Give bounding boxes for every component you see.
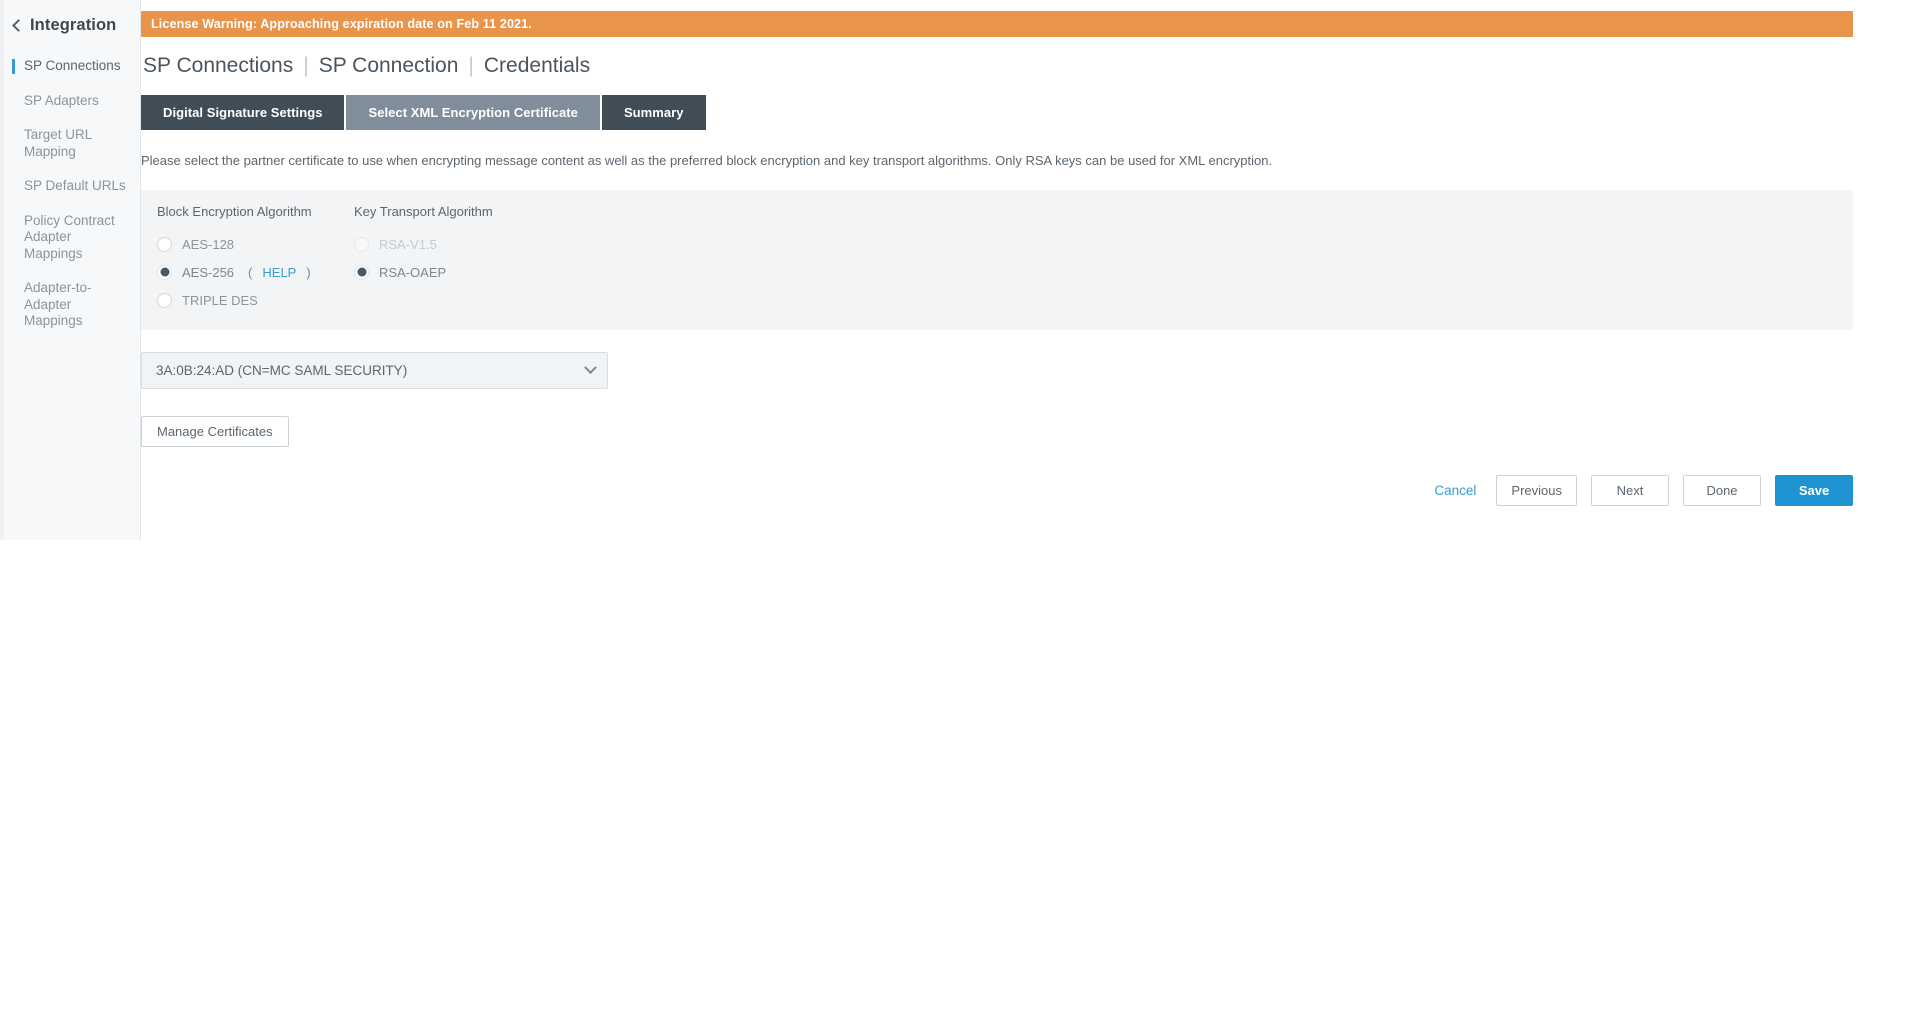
- key-transport-column: Key Transport Algorithm RSA-V1.5 RSA-OAE…: [338, 204, 638, 314]
- chevron-down-icon: [584, 361, 597, 375]
- help-paren-close: ): [306, 264, 311, 280]
- sidebar-item-label: SP Adapters: [24, 92, 99, 108]
- key-transport-heading: Key Transport Algorithm: [354, 204, 493, 219]
- radio-label: AES-256: [182, 264, 235, 280]
- breadcrumb-separator: |: [303, 54, 309, 77]
- license-warning-banner: License Warning: Approaching expiration …: [141, 11, 1853, 37]
- tab-label: Summary: [623, 105, 684, 120]
- license-warning-text: License Warning: Approaching expiration …: [151, 17, 532, 31]
- algorithm-panel: Block Encryption Algorithm AES-128 AES-2…: [141, 190, 1853, 330]
- sidebar-item-sp-connections[interactable]: SP Connections: [0, 49, 140, 84]
- tab-summary[interactable]: Summary: [601, 95, 706, 130]
- page-description: Please select the partner certificate to…: [141, 153, 1273, 168]
- sidebar-item-adapter-to-adapter-mappings[interactable]: Adapter-to-Adapter Mappings: [0, 271, 140, 339]
- radio-option-rsa-v15: RSA-V1.5: [354, 230, 638, 258]
- next-button[interactable]: Next: [1591, 475, 1669, 506]
- tab-label: Digital Signature Settings: [163, 105, 323, 120]
- radio-label: TRIPLE DES: [182, 292, 258, 308]
- sidebar-item-label: SP Connections: [24, 58, 121, 73]
- radio-icon[interactable]: [157, 292, 172, 308]
- main-content: License Warning: Approaching expiration …: [141, 0, 1920, 1016]
- radio-icon-selected[interactable]: [157, 264, 172, 280]
- breadcrumb: SP Connections | SP Connection | Credent…: [141, 53, 1920, 79]
- done-button[interactable]: Done: [1683, 475, 1761, 506]
- radio-icon-disabled: [354, 236, 369, 252]
- previous-button[interactable]: Previous: [1496, 475, 1577, 506]
- breadcrumb-item-sp-connection[interactable]: SP Connection: [319, 53, 459, 79]
- sidebar-back-header[interactable]: Integration: [0, 12, 140, 37]
- tab-digital-signature-settings[interactable]: Digital Signature Settings: [141, 95, 345, 130]
- certificate-select-value: 3A:0B:24:AD (CN=MC SAML SECURITY): [156, 363, 408, 378]
- cancel-button[interactable]: Cancel: [1428, 483, 1482, 498]
- breadcrumb-item-credentials[interactable]: Credentials: [484, 53, 590, 79]
- sidebar: Integration SP Connections SP Adapters T…: [0, 0, 141, 540]
- radio-option-triple-des[interactable]: TRIPLE DES: [157, 286, 338, 314]
- radio-option-aes-128[interactable]: AES-128: [157, 230, 338, 258]
- radio-label: RSA-V1.5: [379, 236, 437, 252]
- help-paren-open: (: [248, 264, 253, 280]
- sidebar-item-label: Target URL Mapping: [24, 127, 92, 159]
- sidebar-title: Integration: [30, 16, 117, 34]
- sidebar-item-label: Policy Contract Adapter Mappings: [24, 212, 115, 261]
- radio-icon[interactable]: [157, 236, 172, 252]
- radio-option-rsa-oaep[interactable]: RSA-OAEP: [354, 258, 638, 286]
- sidebar-item-label: SP Default URLs: [24, 178, 126, 193]
- tab-select-xml-encryption-certificate[interactable]: Select XML Encryption Certificate: [346, 95, 600, 130]
- save-button[interactable]: Save: [1775, 475, 1853, 506]
- action-bar: Cancel Previous Next Done Save: [141, 475, 1853, 506]
- tab-label: Select XML Encryption Certificate: [368, 105, 578, 120]
- radio-label: RSA-OAEP: [379, 264, 447, 280]
- radio-icon-selected[interactable]: [354, 264, 369, 280]
- wizard-tabs: Digital Signature Settings Select XML En…: [141, 95, 1920, 130]
- breadcrumb-separator: |: [468, 54, 474, 77]
- sidebar-item-sp-adapters[interactable]: SP Adapters: [0, 84, 140, 119]
- sidebar-item-label: Adapter-to-Adapter Mappings: [24, 280, 92, 328]
- radio-label: AES-128: [182, 236, 235, 252]
- certificate-select[interactable]: 3A:0B:24:AD (CN=MC SAML SECURITY): [141, 352, 608, 389]
- app-root: Integration SP Connections SP Adapters T…: [0, 0, 1920, 1016]
- radio-option-aes-256[interactable]: AES-256 ( HELP): [157, 258, 338, 286]
- sidebar-item-target-url-mapping[interactable]: Target URL Mapping: [0, 118, 140, 169]
- sidebar-item-sp-default-urls[interactable]: SP Default URLs: [0, 169, 140, 204]
- block-encryption-heading: Block Encryption Algorithm: [157, 204, 312, 219]
- block-encryption-column: Block Encryption Algorithm AES-128 AES-2…: [141, 204, 338, 314]
- sidebar-item-policy-contract-adapter-mappings[interactable]: Policy Contract Adapter Mappings: [0, 204, 140, 272]
- help-link[interactable]: HELP: [262, 265, 296, 280]
- breadcrumb-item-sp-connections[interactable]: SP Connections: [143, 53, 293, 79]
- chevron-left-icon: [12, 19, 25, 32]
- manage-certificates-button[interactable]: Manage Certificates: [141, 416, 289, 447]
